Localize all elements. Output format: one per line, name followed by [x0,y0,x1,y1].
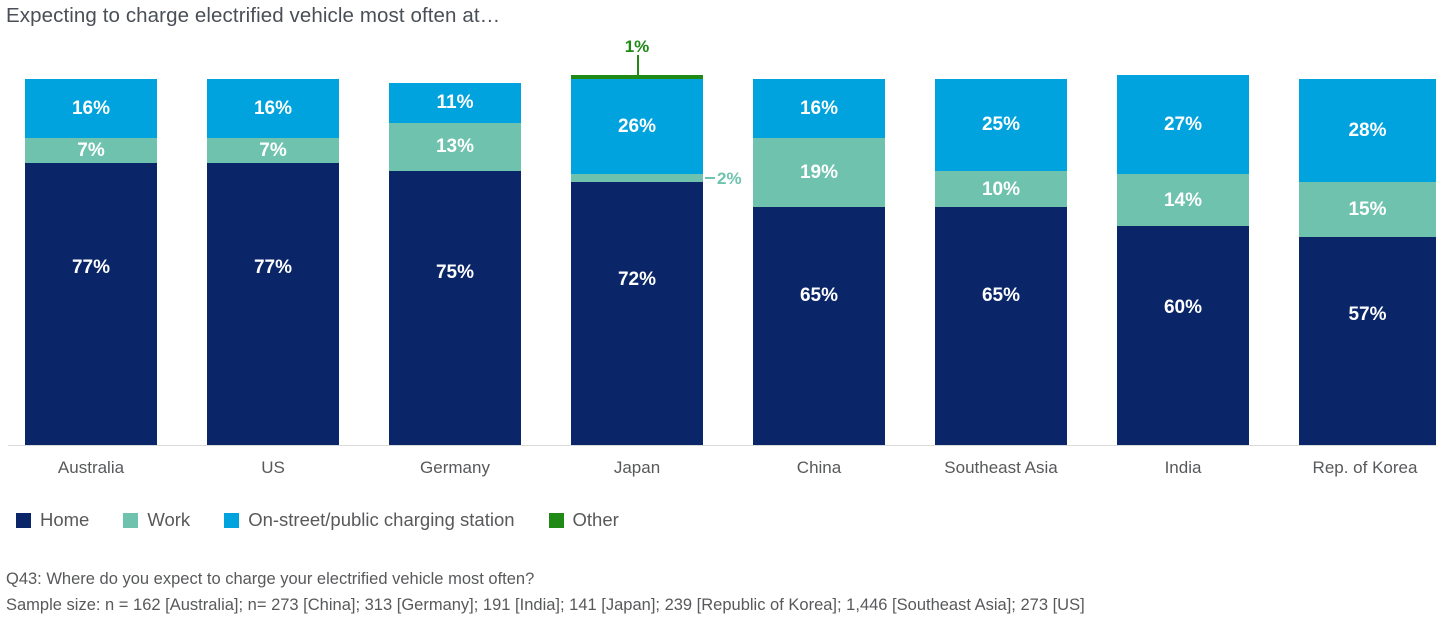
segment-value-label: 25% [981,114,1021,136]
segment-value-label: 11% [436,92,474,114]
segment-value-label: 7% [77,140,105,162]
bar-segment-public[interactable]: 26% [571,79,703,175]
segment-value-label: 16% [71,97,111,119]
page-title: Expecting to charge electrified vehicle … [6,4,501,27]
category-label: China [796,458,842,477]
stacked-bar[interactable]: 16% 19% 65% [753,79,885,446]
bar-group[interactable]: 27% 14% 60% [1117,46,1249,446]
bar-segment-public[interactable]: 11% [389,82,521,124]
bar-segment-work[interactable]: 14% [1117,174,1249,226]
segment-value-label: 57% [1348,303,1387,325]
bar-segment-public[interactable]: 16% [207,79,339,138]
bar-segment-public[interactable]: 25% [935,79,1067,171]
bar-group[interactable]: 28% 15% 57% [1299,46,1436,446]
segment-value-label: 72% [617,269,657,290]
bar-group[interactable]: 16% 19% 65% [753,46,885,446]
bar-segment-work[interactable] [571,174,703,182]
footnote-question: Q43: Where do you expect to charge your … [6,570,535,588]
segment-value-label: 7% [259,140,287,162]
bar-group[interactable]: 16% 7% 77% [207,46,339,446]
plot-area: 16% 7% 77% 16% 7% 77% 11% 13% 75% 26% 72% 1% 2% 16% 19… [8,38,1436,446]
stacked-bar[interactable]: 16% 7% 77% [25,79,157,446]
segment-value-label: 65% [799,285,839,307]
legend-swatch-icon [548,512,564,528]
callout-leader-line-work [705,177,715,180]
bar-segment-home[interactable]: 77% [207,163,339,446]
legend-item-other[interactable]: Other [548,509,619,531]
bar-segment-work[interactable]: 7% [25,137,157,164]
legend-swatch-icon [123,512,139,528]
segment-value-label: 13% [435,136,475,158]
bar-group[interactable]: 16% 7% 77% [25,46,157,446]
stacked-bar[interactable]: 25% 10% 65% [935,79,1067,446]
legend-label: Work [147,509,191,530]
segment-value-label: 77% [253,257,293,279]
legend-label: Other [572,509,619,530]
legend-swatch-icon [16,512,31,528]
segment-value-label: 19% [799,162,839,184]
callout-label-work: 2% [717,169,742,189]
bar-segment-work[interactable]: 13% [389,123,521,171]
segment-value-label: 75% [435,262,475,284]
chart-page: Expecting to charge electrified vehicle … [0,0,1444,637]
bar-segment-public[interactable]: 16% [25,79,157,138]
segment-value-label: 26% [617,116,657,138]
bar-segment-public[interactable]: 16% [753,79,885,138]
bar-segment-home[interactable]: 65% [753,207,885,446]
footnotes: Q43: Where do you expect to charge your … [6,567,1436,618]
footnote-sample-size: Sample size: n = 162 [Australia]; n= 273… [6,595,1085,614]
segment-value-label: 15% [1348,198,1387,220]
legend-label: On-street/public charging station [248,509,515,530]
bar-group[interactable]: 26% 72% 1% 2% [571,38,742,446]
stacked-bar[interactable]: 26% 72% [571,75,703,446]
bar-segment-home[interactable]: 77% [25,163,157,446]
segment-value-label: 16% [253,97,293,119]
axis-baseline [8,445,1436,446]
legend-label: Home [40,509,90,530]
legend-item-public[interactable]: On-street/public charging station [224,509,515,531]
stacked-bar[interactable]: 16% 7% 77% [207,79,339,446]
segment-value-label: 14% [1163,189,1203,211]
bar-segment-home[interactable]: 72% [571,181,703,446]
segment-value-label: 60% [1163,296,1203,318]
category-label: Japan [613,458,661,477]
segment-value-label: 65% [981,285,1021,307]
segment-value-label: 27% [1163,114,1203,136]
callout-leader-line-other [637,55,639,76]
bar-segment-public[interactable]: 28% [1299,79,1436,182]
bar-segment-work[interactable]: 15% [1299,181,1436,237]
segment-value-label: 16% [799,97,839,119]
bar-segment-home[interactable]: 65% [935,207,1067,446]
legend-swatch-icon [224,512,240,528]
callout-label-other: 1% [624,37,650,57]
legend-item-home[interactable]: Home [16,509,89,531]
bar-segment-work[interactable]: 7% [207,137,339,164]
segment-value-label: 77% [71,257,111,279]
bar-group[interactable]: 25% 10% 65% [935,46,1067,446]
category-label: Australia [57,458,125,477]
segment-value-label: 10% [981,178,1021,200]
bar-segment-work[interactable]: 19% [753,137,885,208]
bar-segment-home[interactable]: 60% [1117,225,1249,446]
category-label: Southeast Asia [944,458,1058,477]
chart-legend: Home Work On-street/public charging statio… [16,505,653,535]
bar-segment-home[interactable]: 57% [1299,236,1436,446]
bar-segment-work[interactable]: 10% [935,170,1067,208]
stacked-bar[interactable]: 11% 13% 75% [389,82,521,446]
stacked-bar[interactable]: 28% 15% 57% [1299,79,1436,446]
category-label: Rep. of Korea [1312,458,1418,477]
category-label: US [261,458,285,477]
category-label: Germany [420,458,490,477]
bar-group[interactable]: 11% 13% 75% [389,46,521,446]
bar-segment-home[interactable]: 75% [389,170,521,446]
category-label: India [1164,458,1202,477]
legend-item-work[interactable]: Work [123,509,190,531]
category-axis: Australia US Germany Japan China Southeast As… [8,458,1436,486]
segment-value-label: 28% [1348,119,1387,141]
stacked-bar[interactable]: 27% 14% 60% [1117,75,1249,446]
bar-segment-public[interactable]: 27% [1117,75,1249,175]
